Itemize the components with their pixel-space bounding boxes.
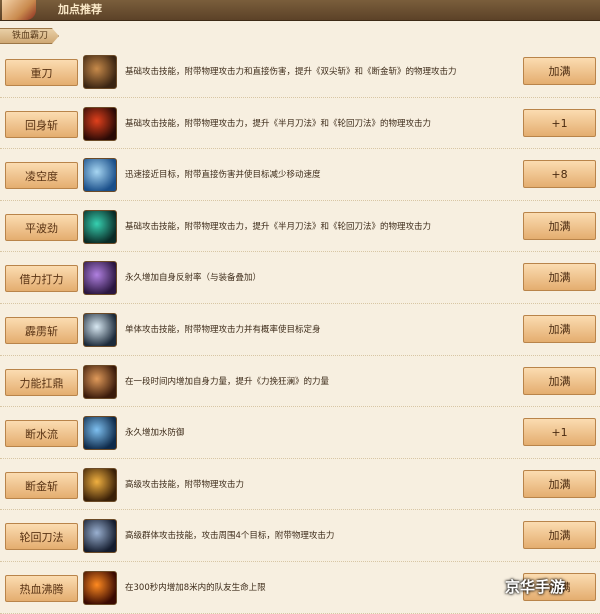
- skill-description: 迅速接近目标，附带直接伤害并使目标减少移动速度: [125, 170, 321, 181]
- skill-name-button[interactable]: 重刀: [5, 59, 78, 86]
- skill-name-button[interactable]: 凌空度: [5, 162, 78, 190]
- skill-points-button[interactable]: 加满: [523, 211, 596, 240]
- skill-description: 在一段时间内增加自身力量，提升《力挽狂澜》的力量: [125, 376, 330, 387]
- skill-name-button[interactable]: 热血沸腾: [5, 574, 78, 602]
- skill-points-button[interactable]: +8: [523, 160, 596, 189]
- skill-row: 断水流 永久增加水防御 +1: [0, 407, 600, 459]
- skill-points-button[interactable]: 加满: [523, 263, 596, 292]
- skill-row: 重刀 基础攻击技能，附带物理攻击力和直接伤害，提升《双尖斩》和《断金斩》的物理攻击…: [0, 46, 600, 98]
- gold-break-icon: [83, 467, 117, 502]
- strength-icon: [83, 364, 117, 399]
- water-break-icon: [83, 416, 117, 451]
- skill-description: 基础攻击技能，附带物理攻击力和直接伤害，提升《双尖斩》和《断金斩》的物理攻击力: [125, 67, 457, 77]
- watermark: 京华手游: [505, 578, 566, 596]
- skill-points-button[interactable]: 加满: [523, 57, 596, 85]
- skill-description: 高级群体攻击技能，攻击周围4个目标，附带物理攻击力: [125, 531, 335, 542]
- panel-title: 加点推荐: [58, 3, 102, 16]
- skill-points-button[interactable]: 加满: [523, 366, 596, 395]
- skill-name-button[interactable]: 平波劲: [5, 213, 78, 241]
- reflect-icon: [83, 261, 117, 296]
- skill-points-button[interactable]: +1: [523, 108, 596, 137]
- skill-points-button[interactable]: 加满: [523, 521, 596, 550]
- skill-row: 断金斩 高级攻击技能，附带物理攻击力 加满: [0, 459, 600, 511]
- skill-row: 平波劲 基础攻击技能，附带物理攻击力，提升《半月刀法》和《轮回刀法》的物理攻击力 加…: [0, 201, 600, 253]
- skill-row: 霹雳斩 单体攻击技能，附带物理攻击力并有概率使目标定身 加满: [0, 304, 600, 356]
- skill-description: 永久增加自身反射率（与装备叠加）: [125, 273, 262, 284]
- skill-points-button[interactable]: 加满: [523, 469, 596, 498]
- skill-name-button[interactable]: 回身斩: [5, 110, 78, 138]
- skill-description: 基础攻击技能，附带物理攻击力，提升《半月刀法》和《轮回刀法》的物理攻击力: [125, 221, 432, 232]
- character-avatar: [2, 0, 36, 20]
- skill-name-button[interactable]: 轮回刀法: [5, 523, 78, 551]
- skill-points-button[interactable]: +1: [523, 418, 596, 447]
- skill-name-button[interactable]: 借力打力: [5, 265, 78, 293]
- wave-force-icon: [83, 209, 117, 244]
- heavy-blade-icon: [83, 55, 117, 89]
- skill-row: 轮回刀法 高级群体攻击技能，攻击周围4个目标，附带物理攻击力 加满: [0, 510, 600, 562]
- skill-description: 单体攻击技能，附带物理攻击力并有概率使目标定身: [125, 324, 321, 335]
- skill-name-button[interactable]: 力能扛鼎: [5, 368, 78, 396]
- skill-description: 基础攻击技能，附带物理攻击力，提升《半月刀法》和《轮回刀法》的物理攻击力: [125, 118, 432, 129]
- skill-row: 回身斩 基础攻击技能，附带物理攻击力，提升《半月刀法》和《轮回刀法》的物理攻击力 +…: [0, 98, 600, 150]
- skill-list: 重刀 基础攻击技能，附带物理攻击力和直接伤害，提升《双尖斩》和《断金斩》的物理攻击…: [0, 46, 600, 614]
- class-tab[interactable]: 铁血霸刀: [0, 28, 59, 44]
- skill-row: 力能扛鼎 在一段时间内增加自身力量，提升《力挽狂澜》的力量 加满: [0, 356, 600, 408]
- hot-blood-icon: [83, 570, 117, 605]
- air-dash-icon: [83, 158, 117, 193]
- skill-description: 在300秒内增加8米内的队友生命上限: [125, 582, 266, 593]
- skill-description: 永久增加水防御: [125, 428, 185, 439]
- spin-slash-icon: [83, 106, 117, 141]
- thunder-slash-icon: [83, 312, 117, 347]
- skill-name-button[interactable]: 断水流: [5, 420, 78, 448]
- class-tab-label: 铁血霸刀: [12, 31, 49, 41]
- skill-row: 凌空度 迅速接近目标，附带直接伤害并使目标减少移动速度 +8: [0, 149, 600, 201]
- panel-header: 加点推荐: [0, 0, 600, 21]
- skill-name-button[interactable]: 霹雳斩: [5, 316, 78, 344]
- skill-points-button[interactable]: 加满: [523, 314, 596, 343]
- skill-description: 高级攻击技能，附带物理攻击力: [125, 479, 245, 490]
- skill-name-button[interactable]: 断金斩: [5, 471, 78, 499]
- skill-row: 借力打力 永久增加自身反射率（与装备叠加） 加满: [0, 252, 600, 304]
- cycle-blade-icon: [83, 519, 117, 554]
